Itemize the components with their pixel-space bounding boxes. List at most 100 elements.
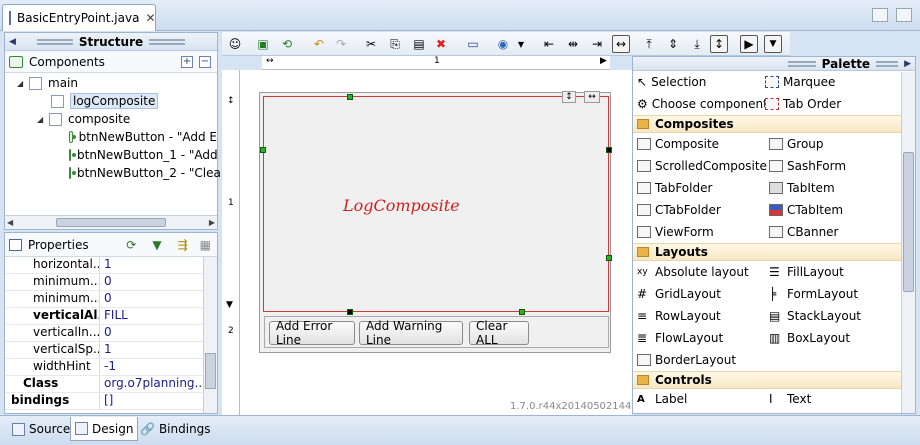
close-icon[interactable]: ✕ [145,11,155,25]
tab-order-icon[interactable]: ▭ [464,35,482,53]
delete-icon[interactable]: ✖ [432,35,450,53]
palette-item[interactable]: ╞ FormLayout [769,287,858,301]
tree-item-button[interactable]: btnNewButton_1 - "Add [5,146,218,164]
selection-handle[interactable] [606,255,612,261]
palette-item[interactable]: SashForm [769,159,846,173]
palette-item[interactable]: TabFolder [637,181,769,195]
property-row[interactable]: verticalSp... 1 [5,342,217,359]
palette-item[interactable]: ▤ StackLayout [769,309,861,323]
palette-item[interactable]: ViewForm [637,225,769,239]
palette-item[interactable]: I Text [769,392,811,406]
selection-handle[interactable] [519,309,525,315]
chevron-down-icon[interactable]: ▼ [512,35,530,53]
expand-arrow-icon[interactable]: ◢ [17,79,29,88]
globe-icon[interactable]: ◉ [494,35,512,53]
scroll-thumb[interactable] [56,218,166,227]
palette-category-controls[interactable]: Controls [633,371,915,389]
palette-item[interactable]: ▥ BoxLayout [769,331,850,345]
add-warning-line-button[interactable]: Add Warning Line [359,319,463,347]
palette-item-selection[interactable]: ↖ Selection [637,75,765,89]
align-right-icon[interactable]: ⇥ [588,35,606,53]
collapse-left-icon[interactable]: ◀ [9,37,16,47]
collapse-right-icon[interactable]: ▶ [904,59,911,69]
grab-vertical-icon[interactable]: ▼ [764,35,782,53]
align-bottom-icon[interactable]: ⤓ [688,35,706,53]
tree-item-logcomposite[interactable]: logComposite [5,92,217,110]
minimize-button[interactable] [872,8,888,22]
selection-handle[interactable] [347,309,353,315]
palette-item[interactable]: ☰ FillLayout [769,265,844,279]
palette-item[interactable]: ≡ RowLayout [637,309,769,323]
selection-handle[interactable] [347,94,353,100]
align-left-icon[interactable]: ⇤ [540,35,558,53]
palette-item[interactable]: ScrolledComposite [637,159,769,173]
scroll-right-icon[interactable]: ▶ [209,218,215,227]
maximize-button[interactable] [896,8,912,22]
scroll-thumb[interactable] [903,152,914,292]
palette-item-choose-component[interactable]: ⚙ Choose component [637,97,768,111]
palette-item[interactable]: xy Absolute layout [637,265,769,279]
property-row[interactable]: minimum... 0 [5,274,217,291]
tree-item-button[interactable]: btnNewButton - "Add E [5,128,217,146]
selection-handle[interactable] [606,147,612,153]
button-composite[interactable]: Add Error Line Add Warning Line Clear AL… [264,316,609,348]
restore-default-icon[interactable]: ▦ [200,238,211,252]
properties-vscrollbar[interactable] [203,257,217,413]
tree-item-composite[interactable]: ◢ composite [5,110,217,128]
show-events-icon[interactable]: ⟳ [126,238,136,252]
resize-horizontal-icon[interactable]: ↔ [584,91,600,103]
undo-icon[interactable]: ↶ [310,35,328,53]
add-error-line-button[interactable]: Add Error Line [269,319,355,347]
palette-item[interactable]: # GridLayout [637,287,769,301]
property-row[interactable]: verticalIn... 0 [5,325,217,342]
palette-item-tab-order[interactable]: Tab Order [765,97,841,111]
property-row[interactable]: horizontal... 1 [5,257,217,274]
copy-icon[interactable]: ⎘ [386,35,404,53]
expand-arrow-icon[interactable]: ◢ [37,115,49,124]
goto-definition-icon[interactable]: ▼ [152,238,161,252]
collapse-all-button[interactable]: − [199,55,211,68]
palette-category-composites[interactable]: Composites [633,115,915,133]
palette-item[interactable]: ≣ FlowLayout [637,331,769,345]
palette-item[interactable]: CBanner [769,225,839,239]
externalize-strings-icon[interactable]: ▣ [254,35,272,53]
palette-item[interactable]: CTabItem [769,203,843,217]
scroll-thumb[interactable] [205,353,216,389]
tree-item-main[interactable]: ◢ main [5,74,217,92]
selection-handle[interactable] [260,147,266,153]
clear-all-button[interactable]: Clear ALL [469,319,529,347]
palette-item[interactable]: A Label [637,392,769,406]
palette-item[interactable]: TabItem [769,181,835,195]
tab-source[interactable]: Source [8,417,74,441]
tab-design[interactable]: Design [70,417,139,441]
palette-item[interactable]: Group [769,137,824,151]
cut-icon[interactable]: ✂ [362,35,380,53]
paste-icon[interactable]: ▤ [410,35,428,53]
test-gui-icon[interactable]: ☺ [226,35,244,53]
property-row[interactable]: minimum... 0 [5,291,217,308]
property-row[interactable]: Class org.o7planning.... [5,376,217,393]
scroll-left-icon[interactable]: ◀ [7,218,13,227]
align-top-icon[interactable]: ⤒ [640,35,658,53]
palette-item-marquee[interactable]: Marquee [765,75,835,89]
palette-vscrollbar[interactable] [901,72,915,413]
refresh-icon[interactable]: ⟲ [278,35,296,53]
editor-tab[interactable]: BasicEntryPoint.java ✕ [2,4,156,31]
align-middle-icon[interactable]: ⇕ [664,35,682,53]
property-row[interactable]: bindings[] [5,393,217,410]
tree-item-button[interactable]: btnNewButton_2 - "Clea [5,164,221,182]
fill-horizontal-icon[interactable]: ↔ [612,35,630,53]
property-row[interactable]: verticalAl...FILL [5,308,217,325]
expand-all-button[interactable]: + [181,55,193,68]
fill-vertical-icon[interactable]: ↕ [710,35,728,53]
palette-item[interactable]: BorderLayout [637,353,769,367]
palette-category-layouts[interactable]: Layouts [633,243,915,261]
palette-item[interactable]: Composite [637,137,769,151]
show-advanced-icon[interactable]: ⇶ [178,238,188,252]
align-center-icon[interactable]: ⇹ [564,35,582,53]
structure-hscrollbar[interactable]: ◀ ▶ [5,215,217,229]
grab-horizontal-icon[interactable]: ▶ [740,35,758,53]
tab-bindings[interactable]: 🔗 Bindings [136,417,215,441]
palette-item[interactable]: CTabFolder [637,203,769,217]
property-row[interactable]: widthHint -1 [5,359,217,376]
